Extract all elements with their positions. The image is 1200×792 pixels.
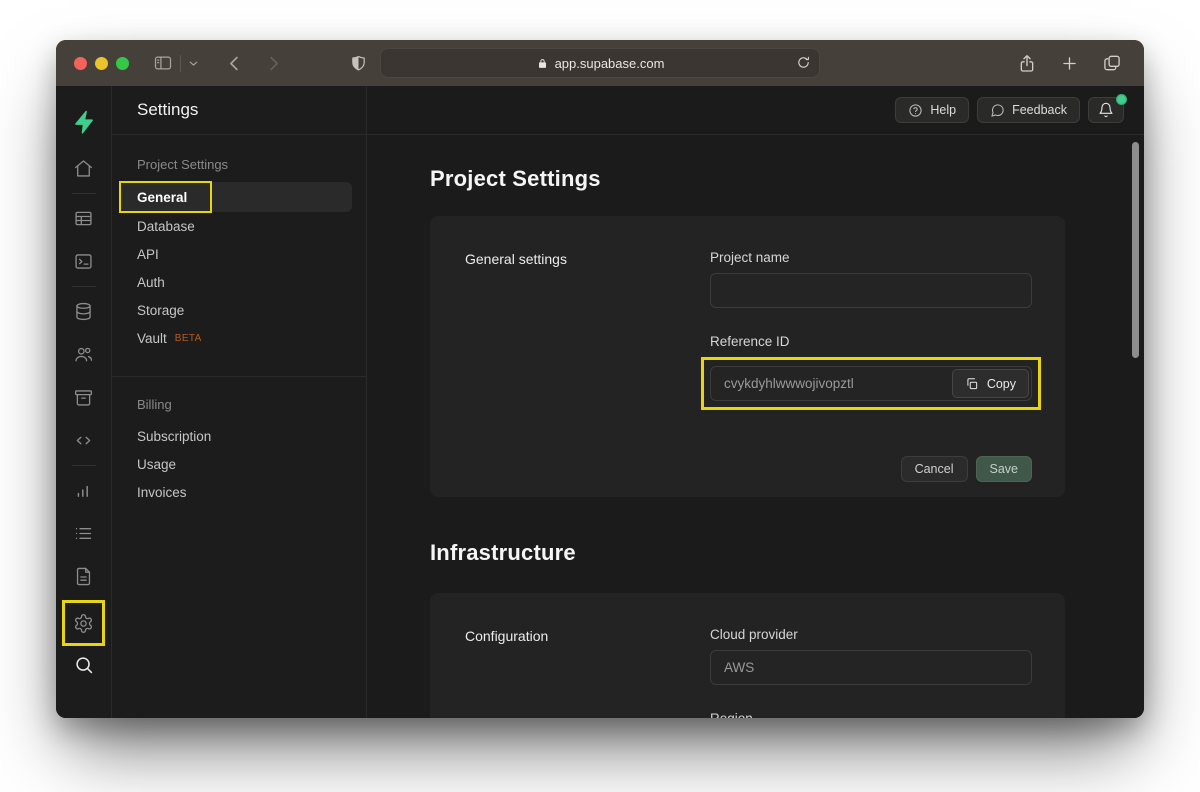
sidebar-section-label: Billing bbox=[112, 397, 352, 412]
bell-icon bbox=[1098, 102, 1114, 118]
infrastructure-card: Configuration Cloud provider Region bbox=[430, 593, 1065, 718]
sidebar-item-usage[interactable]: Usage bbox=[120, 450, 352, 478]
cloud-provider-label: Cloud provider bbox=[710, 627, 1032, 642]
help-button[interactable]: Help bbox=[895, 97, 969, 123]
settings-content: Project Settings General settings Projec… bbox=[367, 135, 1144, 718]
sidebar-item-label: Vault bbox=[137, 331, 167, 346]
feedback-button[interactable]: Feedback bbox=[977, 97, 1080, 123]
sidebar-item-label: Invoices bbox=[137, 485, 187, 500]
logs-icon[interactable] bbox=[73, 523, 94, 544]
card-section-label: Configuration bbox=[465, 627, 710, 718]
table-editor-icon[interactable] bbox=[73, 208, 94, 229]
sidebar-section-label: Project Settings bbox=[112, 157, 352, 172]
region-label: Region bbox=[710, 711, 1032, 718]
cancel-button[interactable]: Cancel bbox=[901, 456, 968, 482]
sidebar-title: Settings bbox=[112, 86, 366, 135]
copy-button[interactable]: Copy bbox=[952, 369, 1029, 398]
minimize-window-button[interactable] bbox=[95, 57, 108, 70]
privacy-shield-icon[interactable] bbox=[349, 53, 368, 74]
feedback-label: Feedback bbox=[1012, 103, 1067, 117]
main-panel: Help Feedback Project Settings bbox=[367, 86, 1144, 718]
notifications-button[interactable] bbox=[1088, 97, 1124, 123]
sidebar-item-auth[interactable]: Auth bbox=[120, 268, 352, 296]
project-name-input[interactable] bbox=[710, 273, 1032, 308]
general-settings-card: General settings Project name Reference … bbox=[430, 216, 1065, 497]
zoom-window-button[interactable] bbox=[116, 57, 129, 70]
tab-group-chevron-down-icon[interactable] bbox=[188, 58, 199, 69]
docs-icon[interactable] bbox=[73, 566, 94, 587]
notification-dot bbox=[1116, 94, 1127, 105]
chat-bubble-icon bbox=[990, 103, 1005, 118]
sidebar-item-label: Usage bbox=[137, 457, 176, 472]
browser-window: app.supabase.com bbox=[56, 40, 1144, 718]
beta-badge: BETA bbox=[175, 333, 202, 344]
primary-icon-rail bbox=[56, 86, 112, 718]
titlebar-separator bbox=[180, 55, 181, 72]
help-circle-icon bbox=[908, 103, 923, 118]
settings-gear-icon[interactable] bbox=[73, 613, 94, 634]
sidebar-item-label: Storage bbox=[137, 303, 184, 318]
address-bar[interactable]: app.supabase.com bbox=[380, 48, 820, 78]
main-header: Help Feedback bbox=[367, 86, 1144, 135]
sidebar-item-api[interactable]: API bbox=[120, 240, 352, 268]
scrollbar-thumb[interactable] bbox=[1132, 142, 1139, 358]
new-tab-icon[interactable] bbox=[1060, 54, 1079, 73]
auth-users-icon[interactable] bbox=[73, 344, 94, 365]
rail-divider bbox=[72, 465, 96, 466]
sidebar-item-label: Database bbox=[137, 219, 195, 234]
browser-sidebar-toggle-icon[interactable] bbox=[153, 53, 173, 73]
home-icon[interactable] bbox=[73, 158, 94, 179]
edge-functions-icon[interactable] bbox=[73, 430, 94, 451]
annotation-box-settings bbox=[62, 600, 105, 646]
url-text: app.supabase.com bbox=[555, 56, 665, 71]
database-icon[interactable] bbox=[73, 301, 94, 322]
search-icon[interactable] bbox=[73, 654, 95, 676]
help-label: Help bbox=[930, 103, 956, 117]
sidebar-item-label: Auth bbox=[137, 275, 165, 290]
reference-id-label: Reference ID bbox=[710, 334, 1032, 349]
supabase-logo[interactable] bbox=[71, 109, 97, 135]
rail-divider bbox=[72, 193, 96, 194]
traffic-lights bbox=[74, 57, 129, 70]
sidebar-item-subscription[interactable]: Subscription bbox=[120, 422, 352, 450]
copy-label: Copy bbox=[987, 377, 1016, 391]
project-name-label: Project name bbox=[710, 250, 1032, 265]
storage-icon[interactable] bbox=[73, 387, 94, 408]
page-title: Project Settings bbox=[430, 166, 1065, 192]
sidebar-item-label: Subscription bbox=[137, 429, 211, 444]
reports-icon[interactable] bbox=[73, 480, 94, 501]
lock-icon bbox=[536, 57, 549, 70]
sidebar-divider bbox=[112, 376, 366, 377]
share-icon[interactable] bbox=[1017, 53, 1037, 74]
sidebar-item-label: API bbox=[137, 247, 159, 262]
tab-overview-icon[interactable] bbox=[1102, 53, 1122, 73]
sql-editor-icon[interactable] bbox=[73, 251, 94, 272]
rail-divider bbox=[72, 286, 96, 287]
settings-sidebar: Settings Project Settings General Databa… bbox=[112, 86, 367, 718]
sidebar-item-invoices[interactable]: Invoices bbox=[120, 478, 352, 506]
cloud-provider-input[interactable] bbox=[710, 650, 1032, 685]
sidebar-item-vault[interactable]: Vault BETA bbox=[120, 324, 352, 352]
card-section-label: General settings bbox=[465, 250, 710, 410]
close-window-button[interactable] bbox=[74, 57, 87, 70]
sidebar-item-general[interactable]: General bbox=[120, 182, 352, 212]
annotation-box-reference-id: Copy bbox=[701, 357, 1041, 410]
copy-icon bbox=[965, 377, 979, 391]
infrastructure-title: Infrastructure bbox=[430, 540, 1065, 566]
forward-button[interactable] bbox=[264, 54, 283, 73]
reload-icon[interactable] bbox=[796, 55, 811, 70]
sidebar-item-database[interactable]: Database bbox=[120, 212, 352, 240]
save-button[interactable]: Save bbox=[976, 456, 1033, 482]
sidebar-item-storage[interactable]: Storage bbox=[120, 296, 352, 324]
back-button[interactable] bbox=[225, 54, 244, 73]
sidebar-item-label: General bbox=[137, 190, 187, 205]
browser-titlebar: app.supabase.com bbox=[56, 40, 1144, 86]
